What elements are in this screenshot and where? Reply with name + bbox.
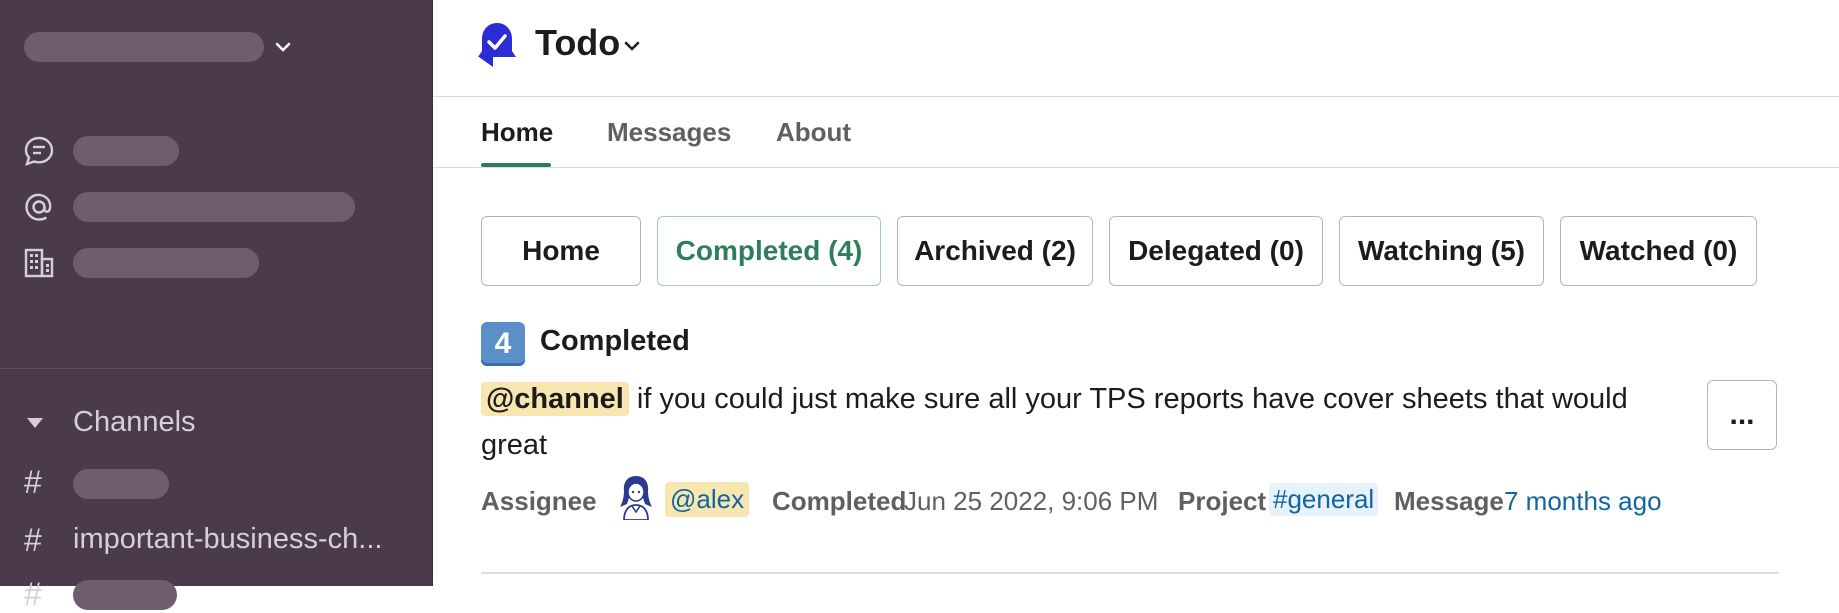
project-channel-link[interactable]: #general xyxy=(1269,483,1379,516)
caret-down-icon[interactable] xyxy=(24,414,46,432)
sidebar: Channels # # important-business-ch... # xyxy=(0,0,433,612)
bell-check-icon xyxy=(478,23,516,67)
nav-item-placeholder[interactable] xyxy=(73,136,179,166)
more-actions-button[interactable]: ... xyxy=(1707,380,1777,450)
item-divider xyxy=(481,572,1779,574)
assignee-mention[interactable]: @alex xyxy=(665,482,750,517)
active-tab-indicator xyxy=(481,163,551,167)
chevron-down-icon[interactable] xyxy=(272,36,294,58)
tab-about[interactable]: About xyxy=(776,117,851,148)
workspace-name-placeholder[interactable] xyxy=(24,32,264,62)
project-label: Project xyxy=(1178,486,1267,516)
filter-archived-button[interactable]: Archived (2) xyxy=(897,216,1093,286)
filter-home-button[interactable]: Home xyxy=(481,216,641,286)
channel-item-placeholder[interactable] xyxy=(73,469,169,499)
channel-hash-icon: # xyxy=(24,464,42,500)
channel-mention[interactable]: @channel xyxy=(481,382,629,416)
filter-watching-button[interactable]: Watching (5) xyxy=(1339,216,1544,286)
threads-icon[interactable] xyxy=(22,134,56,168)
app-header: Todo xyxy=(433,0,1839,97)
building-icon[interactable] xyxy=(22,246,56,280)
nav-item-placeholder[interactable] xyxy=(73,248,259,278)
nav-item-placeholder[interactable] xyxy=(73,192,355,222)
mentions-icon[interactable] xyxy=(22,190,56,224)
todo-message-text-continued: great xyxy=(481,429,548,461)
channel-hash-icon: # xyxy=(24,576,42,612)
completed-label: Completed xyxy=(772,486,907,516)
sidebar-divider xyxy=(0,368,432,369)
todo-message-text: @channel if you could just make sure all… xyxy=(481,382,1628,416)
app-tabs: Home Messages About xyxy=(433,97,1839,168)
channels-section-label[interactable]: Channels xyxy=(73,406,196,439)
chevron-down-icon[interactable] xyxy=(622,36,642,56)
filter-watched-button[interactable]: Watched (0) xyxy=(1560,216,1757,286)
tab-home[interactable]: Home xyxy=(481,117,553,148)
assignee-label: Assignee xyxy=(481,486,597,516)
channel-hash-icon: # xyxy=(24,522,42,558)
filter-delegated-button[interactable]: Delegated (0) xyxy=(1109,216,1323,286)
filter-completed-button[interactable]: Completed (4) xyxy=(657,216,881,286)
channel-item-placeholder[interactable] xyxy=(73,580,177,610)
channel-item-important-business[interactable]: important-business-ch... xyxy=(73,523,382,556)
message-label: Message xyxy=(1394,486,1504,516)
count-badge: 4 xyxy=(481,322,525,366)
section-title: Completed xyxy=(540,325,690,357)
todo-message-body: if you could just make sure all your TPS… xyxy=(628,383,1628,415)
completed-date: Jun 25 2022, 9:06 PM xyxy=(904,486,1159,516)
app-title[interactable]: Todo xyxy=(535,22,620,64)
message-permalink[interactable]: 7 months ago xyxy=(1504,486,1662,517)
tab-messages[interactable]: Messages xyxy=(607,117,731,148)
avatar[interactable] xyxy=(617,474,655,520)
